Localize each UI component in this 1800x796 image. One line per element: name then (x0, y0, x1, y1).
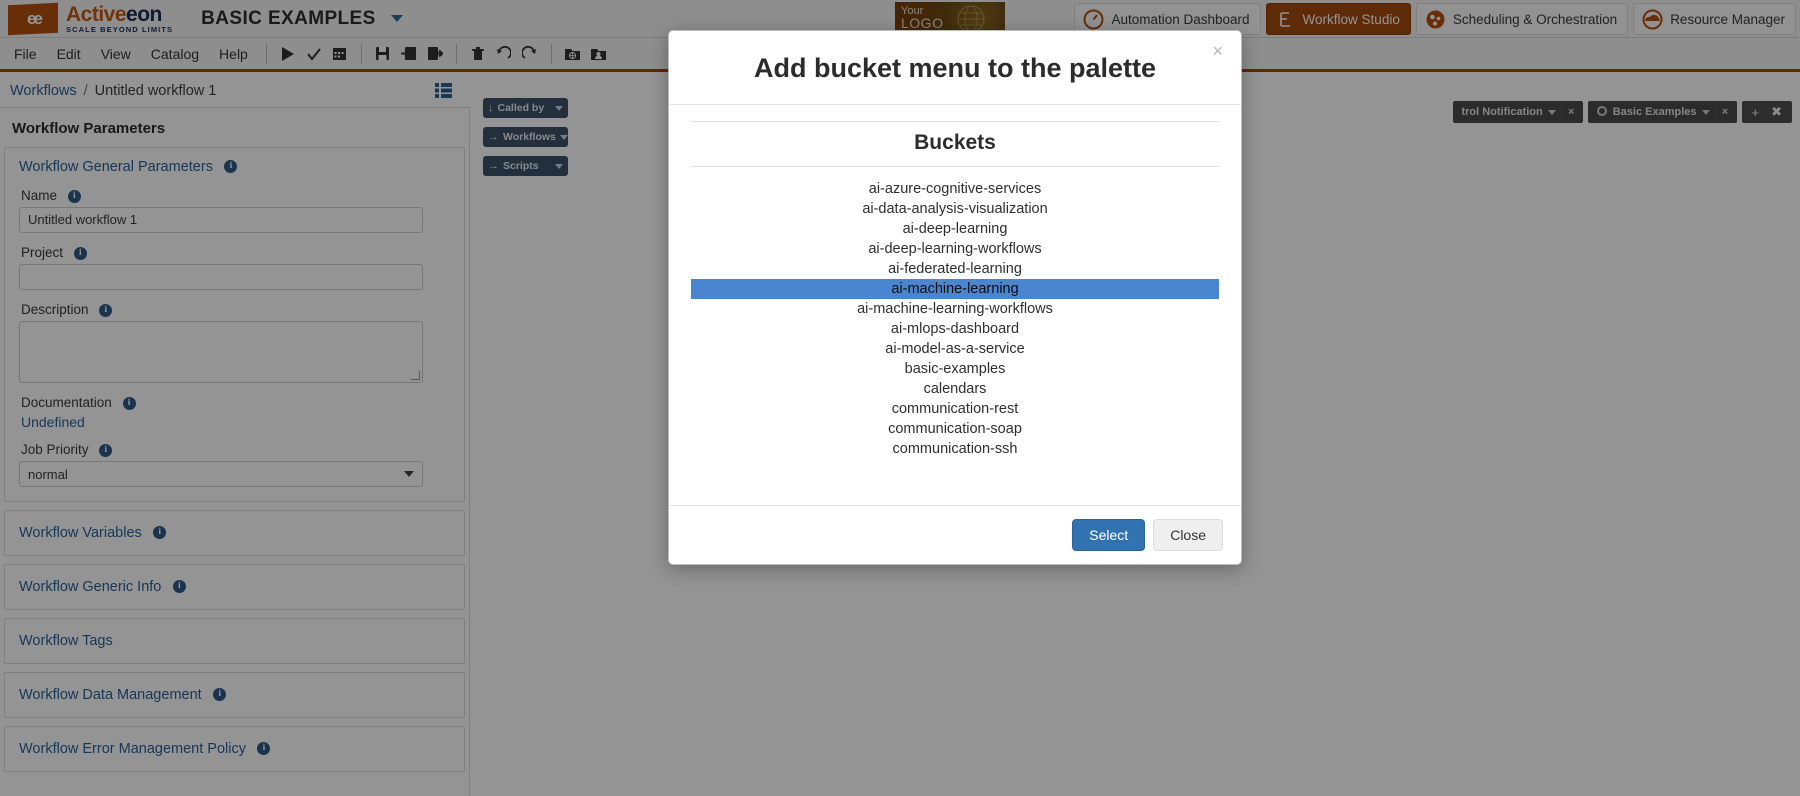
dialog-header: × Add bucket menu to the palette (669, 31, 1241, 104)
list-item-selected[interactable]: ai-machine-learning (691, 279, 1219, 299)
list-item[interactable]: calendars (691, 379, 1219, 399)
list-item[interactable]: ai-mlops-dashboard (691, 319, 1219, 339)
list-item[interactable]: communication-ssh (691, 439, 1219, 459)
list-item[interactable]: basic-examples (691, 359, 1219, 379)
select-button[interactable]: Select (1072, 519, 1146, 551)
list-item[interactable]: ai-azure-cognitive-services (691, 179, 1219, 199)
add-bucket-menu-dialog: × Add bucket menu to the palette Buckets… (668, 30, 1242, 565)
list-item[interactable]: ai-federated-learning (691, 259, 1219, 279)
close-icon[interactable]: × (1212, 41, 1223, 62)
list-item[interactable]: communication-soap (691, 419, 1219, 439)
list-item[interactable]: ai-deep-learning (691, 219, 1219, 239)
screen: ee Activeeon SCALE BEYOND LIMITS BASIC E… (0, 0, 1800, 796)
close-button[interactable]: Close (1153, 519, 1223, 551)
list-item[interactable]: ai-machine-learning-workflows (691, 299, 1219, 319)
buckets-heading: Buckets (914, 131, 996, 154)
bucket-list[interactable]: ai-azure-cognitive-services ai-data-anal… (691, 166, 1219, 459)
dialog-title: Add bucket menu to the palette (753, 53, 1157, 83)
dialog-footer: Select Close (669, 505, 1241, 564)
list-item[interactable]: communication-rest (691, 399, 1219, 419)
list-item[interactable]: ai-data-analysis-visualization (691, 199, 1219, 219)
list-item[interactable]: ai-model-as-a-service (691, 339, 1219, 359)
dialog-body: Buckets ai-azure-cognitive-services ai-d… (669, 104, 1241, 505)
list-item[interactable]: ai-deep-learning-workflows (691, 239, 1219, 259)
